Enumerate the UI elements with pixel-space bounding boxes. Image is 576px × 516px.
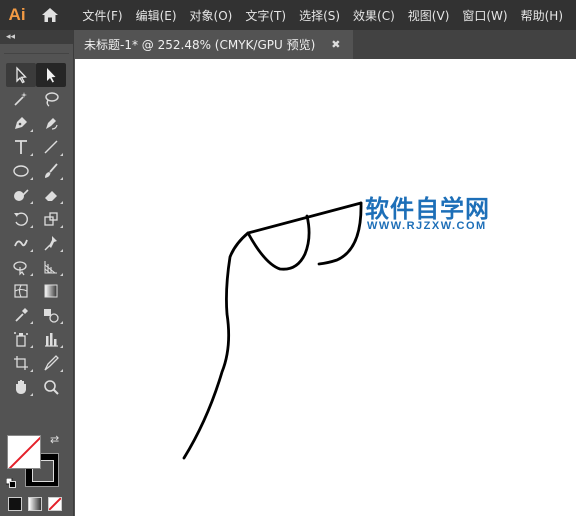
drawing-paths [182, 201, 363, 460]
fill-color-swatch[interactable] [7, 435, 41, 469]
fill-stroke-widget: ⇄ [5, 433, 68, 489]
column-graph-tool-icon[interactable] [36, 327, 66, 351]
magic-wand-tool-icon[interactable] [6, 87, 36, 111]
gradient-tool-icon[interactable] [36, 279, 66, 303]
gradient-mode-icon[interactable] [28, 497, 42, 511]
selection-tool-icon[interactable] [6, 63, 36, 87]
app-logo: Ai [8, 5, 26, 24]
color-mode-row [8, 497, 62, 511]
illustrator-window: Ai 文件(F) 编辑(E) 对象(O) 文字(T) 选择(S) 效果(C) 视… [0, 0, 576, 516]
menu-type[interactable]: 文字(T) [245, 7, 286, 24]
shaper-tool-icon[interactable] [6, 183, 36, 207]
home-icon[interactable] [34, 0, 66, 30]
tool-grid [6, 63, 68, 399]
default-fill-stroke-icon[interactable] [5, 473, 16, 488]
blend-tool-icon[interactable] [36, 303, 66, 327]
drawn-path-main[interactable] [182, 201, 363, 460]
pen-tool-icon[interactable] [6, 111, 36, 135]
panel-grip[interactable] [4, 44, 69, 54]
document-tab-title: 未标题-1* @ 252.48% (CMYK/GPU 预览) [84, 38, 316, 52]
scale-tool-icon[interactable] [36, 207, 66, 231]
none-mode-icon[interactable] [48, 497, 62, 511]
menu-select[interactable]: 选择(S) [299, 7, 340, 24]
menu-view[interactable]: 视图(V) [408, 7, 450, 24]
hand-tool-icon[interactable] [6, 375, 36, 399]
menu-help[interactable]: 帮助(H) [521, 7, 563, 24]
type-tool-icon[interactable] [6, 135, 36, 159]
perspective-grid-tool-icon[interactable] [36, 255, 66, 279]
watermark-url: WWW.RJZXW.COM [367, 220, 487, 232]
watermark-title: 软件自学网 [365, 195, 490, 223]
menu-window[interactable]: 窗口(W) [462, 7, 507, 24]
menu-effect[interactable]: 效果(C) [353, 7, 395, 24]
menu-file[interactable]: 文件(F) [82, 7, 122, 24]
swap-fill-stroke-icon[interactable]: ⇄ [50, 433, 59, 446]
slice-tool-icon[interactable] [36, 351, 66, 375]
panel-collapse-button[interactable]: ◂◂ [0, 30, 73, 44]
artboard-tool-icon[interactable] [6, 351, 36, 375]
ellipse-tool-icon[interactable] [6, 159, 36, 183]
paintbrush-tool-icon[interactable] [36, 159, 66, 183]
artboard-canvas[interactable]: 软件自学网 WWW.RJZXW.COM [75, 59, 576, 516]
document-tab[interactable]: 未标题-1* @ 252.48% (CMYK/GPU 预览) ✖ [75, 30, 353, 59]
menu-list: 文件(F) 编辑(E) 对象(O) 文字(T) 选择(S) 效果(C) 视图(V… [82, 7, 576, 24]
direct-selection-tool-icon[interactable] [36, 63, 66, 87]
menu-bar: Ai 文件(F) 编辑(E) 对象(O) 文字(T) 选择(S) 效果(C) 视… [0, 0, 576, 30]
close-icon[interactable]: ✖ [331, 38, 340, 51]
curvature-tool-icon[interactable] [36, 111, 66, 135]
lasso-tool-icon[interactable] [36, 87, 66, 111]
symbol-sprayer-tool-icon[interactable] [6, 327, 36, 351]
menu-object[interactable]: 对象(O) [190, 7, 233, 24]
line-segment-tool-icon[interactable] [36, 135, 66, 159]
puppet-warp-tool-icon[interactable] [36, 231, 66, 255]
zoom-tool-icon[interactable] [36, 375, 66, 399]
rotate-tool-icon[interactable] [6, 207, 36, 231]
mesh-tool-icon[interactable] [6, 279, 36, 303]
tools-panel: ◂◂ ⇄ [0, 30, 74, 516]
eyedropper-tool-icon[interactable] [6, 303, 36, 327]
document-tab-bar: 未标题-1* @ 252.48% (CMYK/GPU 预览) ✖ [75, 30, 576, 59]
shape-builder-tool-icon[interactable] [6, 255, 36, 279]
color-mode-icon[interactable] [8, 497, 22, 511]
menu-edit[interactable]: 编辑(E) [136, 7, 177, 24]
eraser-tool-icon[interactable] [36, 183, 66, 207]
warp-tool-icon[interactable] [6, 231, 36, 255]
